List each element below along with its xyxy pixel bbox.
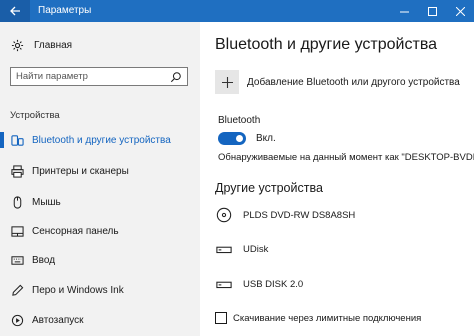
- add-device-label: Добавление Bluetooth или другого устройс…: [247, 76, 460, 88]
- printer-icon: [10, 164, 24, 178]
- back-button[interactable]: [0, 0, 30, 22]
- bluetooth-toggle[interactable]: [218, 132, 246, 145]
- sidebar-item-mouse[interactable]: Мышь: [0, 191, 200, 213]
- maximize-button[interactable]: [418, 0, 446, 22]
- device-name: PLDS DVD-RW DS8A8SH: [243, 209, 356, 221]
- metered-download-checkbox[interactable]: Скачивание через лимитные подключения: [215, 312, 421, 324]
- bluetooth-toggle-row: Вкл.: [218, 132, 276, 145]
- sidebar-item-label: Принтеры и сканеры: [32, 165, 129, 177]
- minimize-icon: [399, 11, 409, 12]
- search-input[interactable]: Найти параметр: [10, 67, 188, 86]
- sidebar-item-label: Сенсорная панель: [32, 225, 119, 237]
- main-content: Bluetooth и другие устройства Добавление…: [200, 22, 474, 336]
- search-icon: [169, 70, 183, 84]
- other-devices-title: Другие устройства: [215, 181, 323, 195]
- close-icon: [455, 6, 465, 16]
- device-name: USB DISK 2.0: [243, 278, 304, 290]
- minimize-button[interactable]: [390, 0, 418, 22]
- plus-icon: [215, 70, 239, 94]
- sidebar-item-home[interactable]: Главная: [0, 34, 200, 56]
- sidebar-item-bluetooth[interactable]: Bluetooth и другие устройства: [0, 129, 200, 151]
- window-title: Параметры: [38, 5, 92, 16]
- device-item[interactable]: PLDS DVD-RW DS8A8SH: [215, 203, 355, 227]
- sidebar: Главная Найти параметр Устройства Blueto…: [0, 22, 200, 336]
- bluetooth-label: Bluetooth: [218, 115, 261, 126]
- device-item[interactable]: UDisk: [215, 237, 268, 261]
- sidebar-item-label: Bluetooth и другие устройства: [32, 134, 171, 146]
- maximize-icon: [427, 6, 437, 16]
- toggle-knob: [236, 135, 243, 142]
- usb-drive-icon: [215, 275, 233, 293]
- device-name: UDisk: [243, 243, 269, 255]
- sidebar-item-label: Перо и Windows Ink: [32, 284, 124, 296]
- search-placeholder: Найти параметр: [16, 71, 88, 82]
- discoverable-text: Обнаруживаемые на данный момент как "DES…: [218, 152, 474, 163]
- pen-icon: [10, 283, 24, 297]
- bluetooth-devices-icon: [10, 133, 24, 147]
- sidebar-item-label: Мышь: [32, 196, 61, 208]
- page-title: Bluetooth и другие устройства: [215, 36, 438, 53]
- close-button[interactable]: [446, 0, 474, 22]
- toggle-state: Вкл.: [256, 133, 276, 144]
- touchpad-icon: [10, 224, 24, 238]
- sidebar-item-printers[interactable]: Принтеры и сканеры: [0, 160, 200, 182]
- gear-icon: [10, 38, 24, 52]
- disc-drive-icon: [215, 206, 233, 224]
- device-item[interactable]: USB DISK 2.0: [215, 272, 303, 296]
- sidebar-item-typing[interactable]: Ввод: [0, 249, 200, 271]
- sidebar-item-touchpad[interactable]: Сенсорная панель: [0, 220, 200, 242]
- back-arrow-icon: [10, 6, 20, 16]
- home-label: Главная: [34, 39, 73, 51]
- sidebar-item-label: Автозапуск: [32, 314, 84, 326]
- section-title: Устройства: [10, 110, 60, 121]
- metered-label: Скачивание через лимитные подключения: [233, 312, 422, 324]
- sidebar-item-pen[interactable]: Перо и Windows Ink: [0, 279, 200, 301]
- add-device-button[interactable]: Добавление Bluetooth или другого устройс…: [215, 70, 460, 94]
- checkbox[interactable]: [215, 312, 227, 324]
- mouse-icon: [10, 195, 24, 209]
- usb-drive-icon: [215, 240, 233, 258]
- sidebar-item-autoplay[interactable]: Автозапуск: [0, 309, 200, 331]
- autoplay-icon: [10, 313, 24, 327]
- title-bar: Параметры: [0, 0, 474, 22]
- sidebar-item-label: Ввод: [32, 254, 56, 266]
- keyboard-icon: [10, 253, 24, 267]
